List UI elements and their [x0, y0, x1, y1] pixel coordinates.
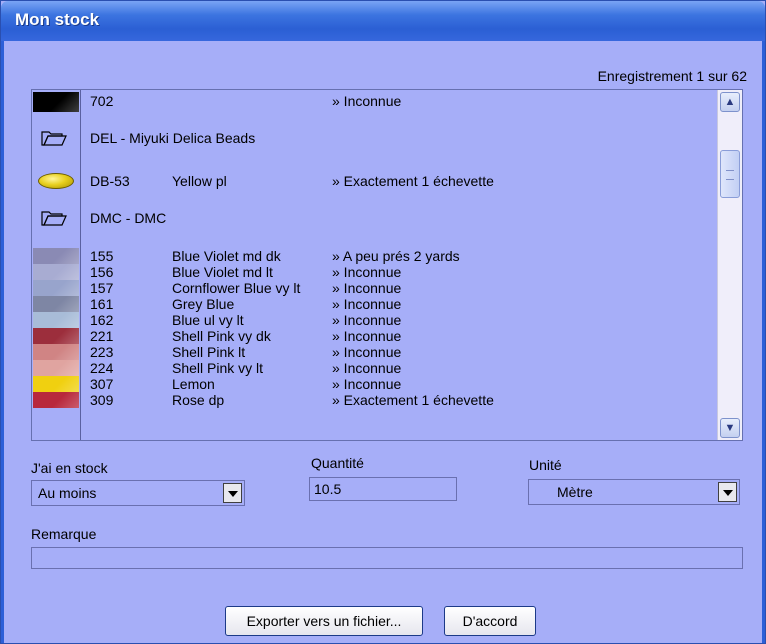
item-name: Shell Pink vy dk [172, 328, 271, 344]
item-quantity: » Inconnue [332, 328, 402, 344]
item-quantity: » Exactement 1 échevette [332, 173, 494, 189]
item-name: Blue Violet md dk [172, 248, 281, 264]
folder-icon [41, 211, 67, 226]
list-item[interactable]: 161 Grey Blue » Inconnue [32, 296, 718, 312]
quantity-value: 10.5 [314, 481, 342, 497]
color-swatch [33, 296, 79, 312]
list-item[interactable]: DB-53 Yellow pl » Exactement 1 échevette [32, 166, 718, 196]
item-quantity: » Inconnue [332, 360, 402, 376]
list-item[interactable]: 156 Blue Violet md lt » Inconnue [32, 264, 718, 280]
record-counter: Enregistrement 1 sur 62 [597, 68, 747, 84]
ok-button[interactable]: D'accord [444, 606, 536, 636]
color-swatch [33, 280, 79, 296]
list-item[interactable]: 223 Shell Pink lt » Inconnue [32, 344, 718, 360]
color-swatch [33, 376, 79, 392]
item-quantity: » Inconnue [332, 264, 402, 280]
item-name: Rose dp [172, 392, 225, 408]
item-code: 162 [90, 312, 114, 328]
list-item[interactable]: 162 Blue ul vy lt » Inconnue [32, 312, 718, 328]
window-border-left [1, 41, 4, 643]
unit-select[interactable]: Mètre [528, 479, 740, 505]
item-name: Lemon [172, 376, 215, 392]
item-quantity: » Inconnue [332, 312, 402, 328]
unit-label: Unité [529, 457, 562, 473]
item-code: 157 [90, 280, 114, 296]
item-name: Blue Violet md lt [172, 264, 273, 280]
item-code: DB-53 [90, 173, 130, 189]
window-title: Mon stock [15, 10, 100, 29]
item-code: 223 [90, 344, 114, 360]
color-swatch [33, 264, 79, 280]
title-bar[interactable]: Mon stock [1, 1, 765, 41]
item-quantity: » Inconnue [332, 376, 402, 392]
item-quantity: » Inconnue [332, 93, 402, 109]
remark-field[interactable] [31, 547, 743, 569]
item-code: 155 [90, 248, 114, 264]
item-name: Grey Blue [172, 296, 235, 312]
scroll-up-button[interactable]: ▲ [720, 92, 740, 112]
stock-select-value: Au moins [38, 485, 97, 501]
list-item[interactable]: 224 Shell Pink vy lt » Inconnue [32, 360, 718, 376]
quantity-field[interactable]: 10.5 [309, 477, 457, 501]
item-name: Yellow pl [172, 173, 227, 189]
color-swatch [33, 248, 79, 264]
bead-icon [38, 173, 74, 189]
dialog-window: Mon stock Enregistrement 1 sur 62 702 » … [0, 0, 766, 644]
color-swatch [33, 328, 79, 344]
color-swatch [33, 344, 79, 360]
list-item[interactable]: 309 Rose dp » Exactement 1 échevette [32, 392, 718, 408]
list-item[interactable]: 157 Cornflower Blue vy lt » Inconnue [32, 280, 718, 296]
quantity-label: Quantité [311, 455, 364, 471]
color-swatch [33, 312, 79, 328]
item-quantity: » A peu prés 2 yards [332, 248, 460, 264]
item-name: Blue ul vy lt [172, 312, 244, 328]
stock-label: J'ai en stock [31, 460, 108, 476]
unit-select-value: Mètre [557, 484, 593, 500]
item-code: 156 [90, 264, 114, 280]
dropdown-arrow-icon[interactable] [223, 483, 242, 503]
item-code: 307 [90, 376, 114, 392]
item-quantity: » Inconnue [332, 344, 402, 360]
group-label: DEL - Miyuki Delica Beads [90, 130, 256, 146]
item-quantity: » Exactement 1 échevette [332, 392, 494, 408]
item-code: 221 [90, 328, 114, 344]
list-item[interactable]: 307 Lemon » Inconnue [32, 376, 718, 392]
color-swatch [33, 92, 79, 112]
export-button[interactable]: Exporter vers un fichier... [225, 606, 423, 636]
item-name: Cornflower Blue vy lt [172, 280, 301, 296]
stock-list[interactable]: 702 » Inconnue DEL - Miyuki Delica Beads… [31, 89, 743, 441]
vertical-scrollbar[interactable]: ▲ ▼ [717, 90, 742, 440]
list-item[interactable]: 221 Shell Pink vy dk » Inconnue [32, 328, 718, 344]
item-code: 702 [90, 93, 114, 109]
item-code: 161 [90, 296, 114, 312]
dropdown-arrow-icon[interactable] [718, 482, 737, 502]
scroll-thumb[interactable] [720, 150, 740, 198]
window-border-right [762, 41, 765, 643]
color-swatch [33, 360, 79, 376]
item-code: 224 [90, 360, 114, 376]
stock-select[interactable]: Au moins [31, 480, 245, 506]
group-header[interactable]: DEL - Miyuki Delica Beads [32, 124, 718, 152]
item-name: Shell Pink vy lt [172, 360, 264, 376]
list-item[interactable]: 155 Blue Violet md dk » A peu prés 2 yar… [32, 248, 718, 264]
folder-icon [41, 131, 67, 146]
item-code: 309 [90, 392, 114, 408]
list-item[interactable]: 702 » Inconnue [32, 92, 718, 114]
color-swatch [33, 392, 79, 408]
item-name: Shell Pink lt [172, 344, 246, 360]
scroll-down-button[interactable]: ▼ [720, 418, 740, 438]
item-quantity: » Inconnue [332, 280, 402, 296]
group-header[interactable]: DMC - DMC [32, 204, 718, 232]
item-quantity: » Inconnue [332, 296, 402, 312]
group-label: DMC - DMC [90, 210, 167, 226]
remark-label: Remarque [31, 526, 97, 542]
